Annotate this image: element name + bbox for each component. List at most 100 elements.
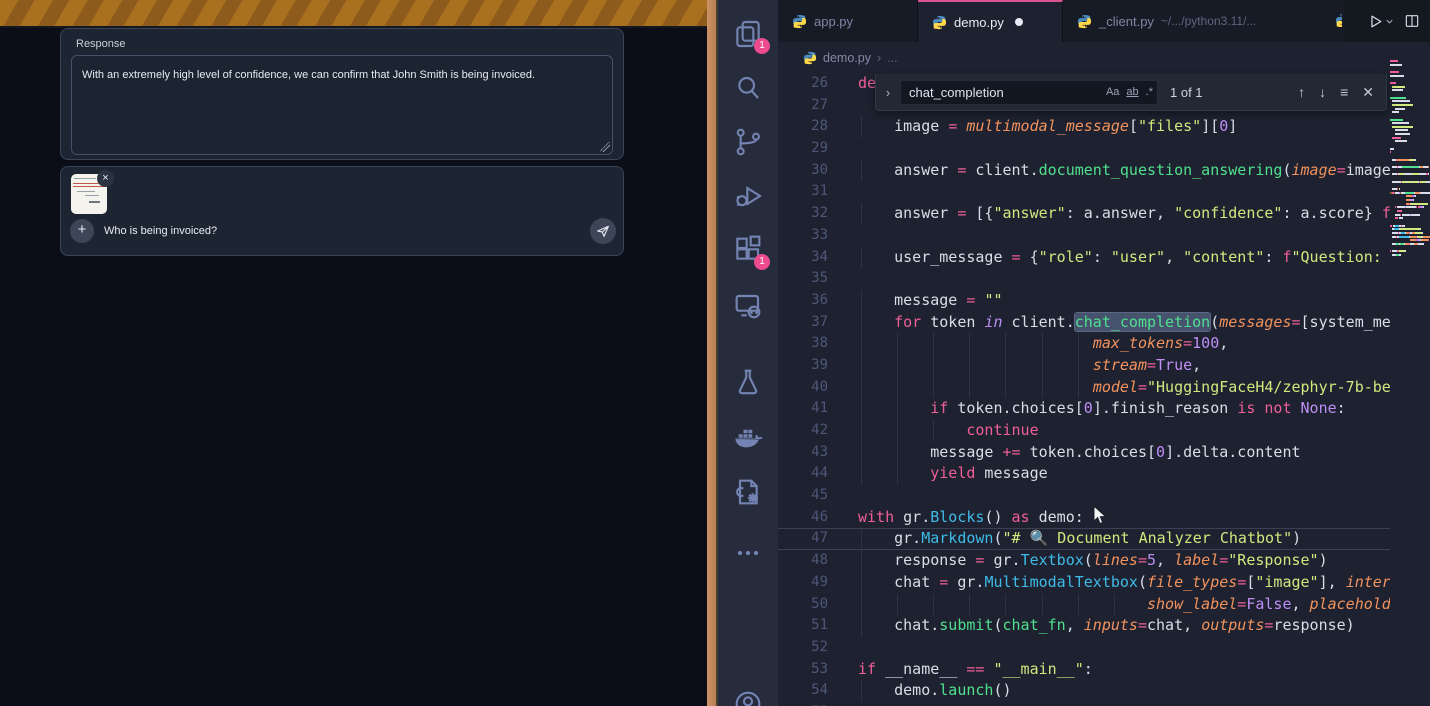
python-file-icon (792, 14, 807, 29)
extensions-badge: 1 (754, 254, 770, 270)
send-button[interactable] (590, 218, 616, 244)
code-line[interactable] (778, 637, 1390, 659)
minimap-line (1390, 173, 1430, 175)
code-line[interactable]: show_label=False, placeholder= (778, 594, 1390, 616)
code-line[interactable]: for token in client.chat_completion(mess… (778, 312, 1390, 334)
run-debug-icon[interactable] (732, 180, 764, 212)
plus-button[interactable]: + (70, 219, 94, 243)
extensions-icon[interactable]: 1 (732, 234, 764, 266)
minimap-line (1390, 257, 1430, 259)
resize-handle[interactable] (600, 142, 610, 152)
source-control-icon[interactable] (732, 126, 764, 158)
tab-app-py[interactable]: app.py (778, 0, 918, 42)
chat-input-card: × + Who is being invoiced? (60, 166, 624, 256)
find-query-text[interactable]: chat_completion (909, 85, 1099, 100)
run-python-button[interactable] (1367, 13, 1395, 30)
split-editor-button[interactable] (1404, 13, 1420, 29)
code-line[interactable]: max_tokens=100, (778, 333, 1390, 355)
code-line[interactable]: response = gr.Textbox(lines=5, label="Re… (778, 550, 1390, 572)
find-close-button[interactable]: ✕ (1362, 84, 1374, 101)
code-line[interactable]: if __name__ == "__main__": (778, 659, 1390, 681)
code-line[interactable] (778, 181, 1390, 203)
tab-demo-py[interactable]: demo.py (918, 0, 1063, 42)
minimap-line (1390, 151, 1430, 153)
find-in-selection-button[interactable]: ≡ (1340, 84, 1348, 101)
minimap-line (1390, 144, 1430, 146)
code-line[interactable] (778, 138, 1390, 160)
response-textarea[interactable]: With an extremely high level of confiden… (71, 55, 613, 155)
code-line[interactable] (778, 485, 1390, 507)
code-line[interactable]: if token.choices[0].finish_reason is not… (778, 398, 1390, 420)
minimap-line (1390, 199, 1430, 201)
breadcrumb[interactable]: demo.py › ... (778, 42, 1390, 73)
find-expand-chevron[interactable]: › (876, 85, 900, 100)
minimap-line (1390, 250, 1430, 252)
tab-client-py[interactable]: _client.py ~/.../python3.11/... (1063, 0, 1345, 42)
regex-toggle[interactable]: .* (1146, 86, 1153, 98)
response-text: With an extremely high level of confiden… (82, 69, 535, 81)
code-line[interactable]: chat = gr.MultimodalTextbox(file_types=[… (778, 572, 1390, 594)
code-line[interactable] (778, 702, 1390, 706)
code-line[interactable]: answer = client.document_question_answer… (778, 160, 1390, 182)
send-icon (595, 223, 611, 239)
minimap-line (1390, 203, 1430, 205)
minimap-line (1390, 246, 1430, 248)
search-icon[interactable] (732, 72, 764, 104)
minimap-line (1390, 239, 1430, 241)
breadcrumb-more[interactable]: ... (887, 51, 897, 65)
whole-word-toggle[interactable]: ab (1126, 86, 1138, 98)
python-file-icon (932, 15, 947, 30)
minimap-line (1390, 232, 1430, 234)
minimap-line (1390, 67, 1430, 69)
code-line[interactable] (778, 225, 1390, 247)
minimap-line (1390, 166, 1430, 168)
docker-icon[interactable] (732, 422, 764, 454)
match-case-toggle[interactable]: Aa (1106, 86, 1119, 98)
code-line[interactable]: gr.Markdown("# 🔍 Document Analyzer Chatb… (778, 528, 1390, 550)
code-line[interactable] (778, 268, 1390, 290)
vscode-window: 1 1 (718, 0, 1430, 706)
minimap-line (1390, 155, 1430, 157)
code-line[interactable]: user_message = {"role": "user", "content… (778, 247, 1390, 269)
chevron-down-icon (1384, 16, 1395, 27)
cmake-tools-icon[interactable] (732, 476, 764, 508)
find-next-button[interactable]: ↓ (1319, 84, 1326, 101)
code-line[interactable]: with gr.Blocks() as demo: (778, 507, 1390, 529)
find-input[interactable]: chat_completion Aa ab .* (900, 80, 1158, 105)
code-line[interactable]: message = "" (778, 290, 1390, 312)
explorer-badge: 1 (754, 38, 770, 54)
code-line[interactable]: chat.submit(chat_fn, inputs=chat, output… (778, 615, 1390, 637)
code-line[interactable]: continue (778, 420, 1390, 442)
minimap-line (1390, 78, 1430, 80)
minimap[interactable] (1390, 60, 1430, 275)
tab-label: app.py (814, 14, 853, 29)
code-line[interactable]: message += token.choices[0].delta.conten… (778, 442, 1390, 464)
code-area[interactable]: de image = multimodal_message["files"][0… (778, 73, 1390, 706)
minimap-line (1390, 71, 1430, 73)
minimap-line (1390, 188, 1430, 190)
code-line[interactable]: yield message (778, 463, 1390, 485)
minimap-line (1390, 82, 1430, 84)
chat-input-text[interactable]: Who is being invoiced? (104, 225, 217, 237)
code-line[interactable]: image = multimodal_message["files"][0] (778, 116, 1390, 138)
find-previous-button[interactable]: ↑ (1298, 84, 1305, 101)
minimap-line (1390, 221, 1430, 223)
remote-explorer-icon[interactable] (732, 290, 764, 322)
code-line[interactable]: stream=True, (778, 355, 1390, 377)
minimap-line (1390, 104, 1430, 106)
code-line[interactable]: demo.launch() (778, 680, 1390, 702)
dirty-indicator[interactable] (1015, 18, 1023, 26)
breadcrumb-file[interactable]: demo.py (823, 51, 871, 65)
code-line[interactable]: answer = [{"answer": a.answer, "confiden… (778, 203, 1390, 225)
account-icon[interactable] (732, 688, 764, 706)
test-beaker-icon[interactable] (732, 366, 764, 398)
close-icon[interactable]: × (97, 170, 114, 187)
more-views-icon[interactable] (732, 537, 764, 569)
minimap-line (1390, 137, 1430, 139)
minimap-line (1390, 133, 1430, 135)
code-line[interactable]: model="HuggingFaceH4/zephyr-7b-beta" (778, 377, 1390, 399)
explorer-icon[interactable]: 1 (732, 18, 764, 50)
minimap-line (1390, 214, 1430, 216)
minimap-line (1390, 254, 1430, 256)
minimap-line (1390, 93, 1430, 95)
